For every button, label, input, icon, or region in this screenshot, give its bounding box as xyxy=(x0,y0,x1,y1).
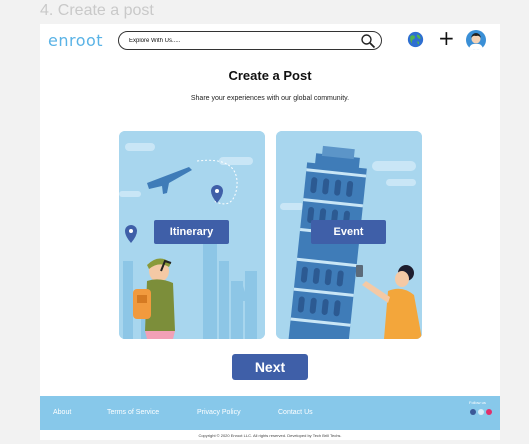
footer: About Terms of Service Privacy Policy Co… xyxy=(40,396,500,430)
app-screen: enroot + Create a xyxy=(40,24,500,440)
footer-link-terms[interactable]: Terms of Service xyxy=(107,409,159,416)
facebook-icon[interactable] xyxy=(470,409,476,415)
itinerary-card[interactable]: Itinerary xyxy=(119,131,265,339)
search-input[interactable] xyxy=(129,34,349,47)
follow-us-label: Follow us xyxy=(469,400,486,405)
footer-link-privacy[interactable]: Privacy Policy xyxy=(197,409,241,416)
page-title: Create a Post xyxy=(228,68,312,83)
itinerary-label[interactable]: Itinerary xyxy=(154,220,229,244)
logo[interactable]: enroot xyxy=(48,31,103,50)
search-icon[interactable] xyxy=(360,33,376,49)
search-box[interactable] xyxy=(118,31,382,50)
next-button[interactable]: Next xyxy=(232,354,308,380)
event-card[interactable]: Event xyxy=(276,131,422,339)
avatar-icon[interactable] xyxy=(466,30,486,50)
page-subtitle: Share your experiences with our global c… xyxy=(190,95,350,102)
event-label[interactable]: Event xyxy=(311,220,386,244)
footer-link-about[interactable]: About xyxy=(53,409,71,416)
navbar: enroot + xyxy=(40,24,500,56)
frame-caption: 4. Create a post xyxy=(40,2,154,19)
globe-icon[interactable] xyxy=(407,31,424,48)
footer-link-contact[interactable]: Contact Us xyxy=(278,409,313,416)
instagram-icon[interactable] xyxy=(486,409,492,415)
copyright-text: Copyright © 2020 Enroot LLC. All rights … xyxy=(198,433,342,438)
stage: 4. Create a post enroot + xyxy=(0,0,529,444)
plus-icon[interactable]: + xyxy=(438,28,455,48)
twitter-icon[interactable] xyxy=(478,409,484,415)
